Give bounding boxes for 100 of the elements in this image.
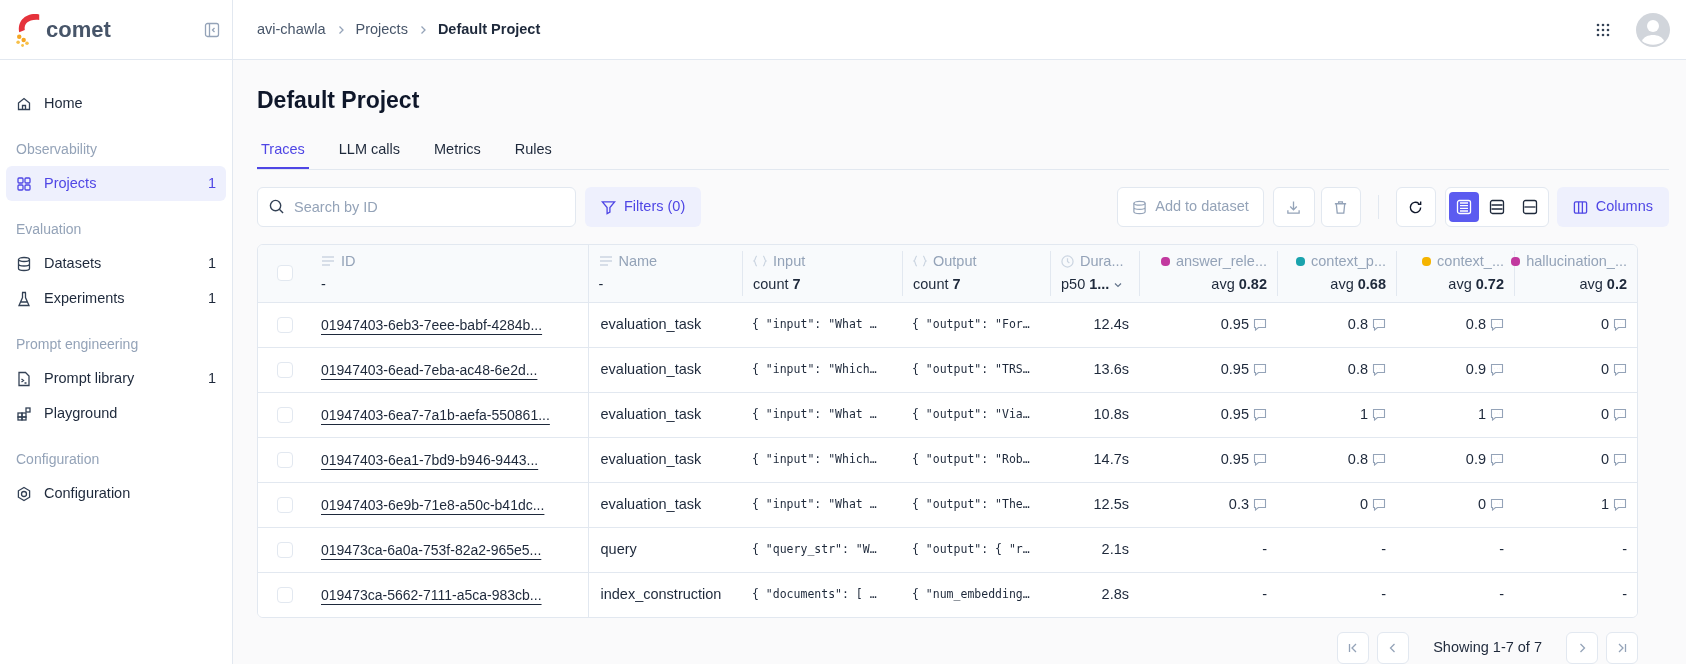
comment-icon[interactable] bbox=[1490, 408, 1504, 421]
sidebar-item[interactable]: Projects 1 bbox=[6, 166, 226, 201]
comment-icon[interactable] bbox=[1372, 363, 1386, 376]
first-page-button[interactable] bbox=[1337, 632, 1370, 664]
comment-icon[interactable] bbox=[1253, 363, 1267, 376]
comment-icon[interactable] bbox=[1253, 453, 1267, 466]
rows-icon bbox=[1488, 199, 1505, 215]
score-value: 0 bbox=[1477, 494, 1486, 514]
comment-icon[interactable] bbox=[1490, 498, 1504, 511]
trace-id-link[interactable]: 01947403-6ea1-7bd9-b946-9443... bbox=[321, 451, 539, 468]
braces-icon bbox=[913, 255, 927, 268]
filters-button[interactable]: Filters (0) bbox=[585, 187, 702, 227]
sidebar-item[interactable]: Experiments 1 bbox=[6, 281, 226, 316]
flask-icon bbox=[16, 290, 32, 307]
comment-icon[interactable] bbox=[1253, 498, 1267, 511]
comment-icon[interactable] bbox=[1490, 363, 1504, 376]
score-value: 0.8 bbox=[1347, 359, 1368, 379]
tab[interactable]: LLM calls bbox=[334, 132, 405, 169]
score-value: - bbox=[1381, 584, 1386, 604]
sidebar-collapse-icon[interactable] bbox=[204, 21, 220, 38]
column-summary: p50 1... bbox=[1061, 275, 1110, 295]
search-icon bbox=[269, 199, 284, 214]
table-cell: 14.7s bbox=[1050, 437, 1139, 482]
comment-icon[interactable] bbox=[1253, 318, 1267, 331]
sidebar-item[interactable]: Playground bbox=[6, 396, 226, 431]
comment-icon[interactable] bbox=[1490, 453, 1504, 466]
tab[interactable]: Rules bbox=[510, 132, 556, 169]
comment-icon[interactable] bbox=[1613, 363, 1627, 376]
score-value: 0.95 bbox=[1220, 404, 1249, 424]
comment-icon[interactable] bbox=[1490, 318, 1504, 331]
delete-button[interactable] bbox=[1320, 187, 1361, 227]
score-value: - bbox=[1381, 539, 1386, 559]
table-cell: { "input": "Which… bbox=[742, 437, 902, 482]
breadcrumb-link[interactable]: Default Project bbox=[437, 18, 541, 41]
rows-icon bbox=[1521, 199, 1538, 215]
row-checkbox[interactable] bbox=[277, 361, 293, 378]
breadcrumb-link[interactable]: avi-chawla bbox=[257, 18, 326, 41]
clock-icon bbox=[1061, 254, 1074, 268]
breadcrumb-link[interactable]: Projects bbox=[355, 18, 408, 41]
comment-icon[interactable] bbox=[1372, 318, 1386, 331]
row-checkbox[interactable] bbox=[277, 451, 293, 468]
settings-icon bbox=[16, 485, 32, 502]
table-cell: { "input": "What … bbox=[742, 302, 902, 347]
tab[interactable]: Traces bbox=[257, 132, 309, 169]
score-value: 0 bbox=[1600, 314, 1609, 334]
sidebar-item[interactable]: Configuration bbox=[6, 476, 226, 511]
table-cell: index_construction bbox=[588, 572, 742, 617]
comment-icon[interactable] bbox=[1613, 408, 1627, 421]
trace-id-link[interactable]: 01947403-6e9b-71e8-a50c-b41dc... bbox=[321, 496, 545, 513]
trace-id-link[interactable]: 01947403-6ead-7eba-ac48-6e2d... bbox=[321, 361, 538, 378]
table-cell: { "output": "The… bbox=[902, 482, 1050, 527]
row-checkbox[interactable] bbox=[277, 496, 293, 513]
home-icon bbox=[16, 95, 32, 112]
columns-button[interactable]: Columns bbox=[1556, 187, 1669, 227]
comment-icon[interactable] bbox=[1613, 453, 1627, 466]
table-cell: { "query_str": "W… bbox=[742, 527, 902, 572]
tab[interactable]: Metrics bbox=[430, 132, 485, 169]
download-button[interactable] bbox=[1272, 187, 1315, 227]
comment-icon[interactable] bbox=[1613, 498, 1627, 511]
column-summary: - bbox=[321, 275, 326, 295]
comment-icon[interactable] bbox=[1372, 498, 1386, 511]
table-cell: 12.5s bbox=[1050, 482, 1139, 527]
table-cell: { "input": "Which… bbox=[742, 347, 902, 392]
table-cell: 10.8s bbox=[1050, 392, 1139, 437]
score-value: - bbox=[1622, 539, 1627, 559]
score-value: 0.9 bbox=[1465, 359, 1486, 379]
row-checkbox[interactable] bbox=[277, 541, 293, 558]
trace-id-link[interactable]: 019473ca-5662-7111-a5ca-983cb... bbox=[321, 586, 542, 603]
refresh-button[interactable] bbox=[1395, 187, 1436, 227]
rows-icon bbox=[1455, 199, 1472, 215]
row-checkbox[interactable] bbox=[277, 586, 293, 603]
column-summary: avg 0.72 bbox=[1448, 275, 1504, 295]
table-cell: evaluation_task bbox=[588, 482, 742, 527]
search-field[interactable]: Search by ID bbox=[257, 187, 576, 227]
refresh-icon bbox=[1408, 199, 1424, 215]
sidebar-item[interactable]: Datasets 1 bbox=[6, 246, 226, 281]
table-cell: { "output": "TRS… bbox=[902, 347, 1050, 392]
sidebar-item[interactable]: Prompt library 1 bbox=[6, 361, 226, 396]
score-value: 0.8 bbox=[1347, 314, 1368, 334]
table-cell: 12.4s bbox=[1050, 302, 1139, 347]
last-page-button[interactable] bbox=[1606, 632, 1638, 664]
trace-id-link[interactable]: 01947403-6eb3-7eee-babf-4284b... bbox=[321, 316, 543, 333]
row-checkbox[interactable] bbox=[277, 316, 293, 333]
trace-id-link[interactable]: 019473ca-6a0a-753f-82a2-965e5... bbox=[321, 541, 542, 558]
grid-icon bbox=[16, 175, 32, 192]
database-icon bbox=[16, 255, 32, 272]
score-value: 0.95 bbox=[1220, 314, 1249, 334]
score-value: - bbox=[1622, 584, 1627, 604]
avatar-icon[interactable] bbox=[1636, 12, 1670, 47]
comment-icon[interactable] bbox=[1372, 453, 1386, 466]
blocks-icon bbox=[16, 405, 32, 422]
row-checkbox[interactable] bbox=[277, 406, 293, 423]
trace-id-link[interactable]: 01947403-6ea7-7a1b-aefa-550861... bbox=[321, 406, 550, 423]
select-all-checkbox[interactable] bbox=[277, 265, 293, 282]
score-value: - bbox=[1499, 584, 1504, 604]
comment-icon[interactable] bbox=[1253, 408, 1267, 421]
sidebar-item[interactable]: Home bbox=[6, 86, 226, 121]
apps-grid-icon[interactable] bbox=[1596, 22, 1610, 37]
comment-icon[interactable] bbox=[1372, 408, 1386, 421]
comment-icon[interactable] bbox=[1613, 318, 1627, 331]
